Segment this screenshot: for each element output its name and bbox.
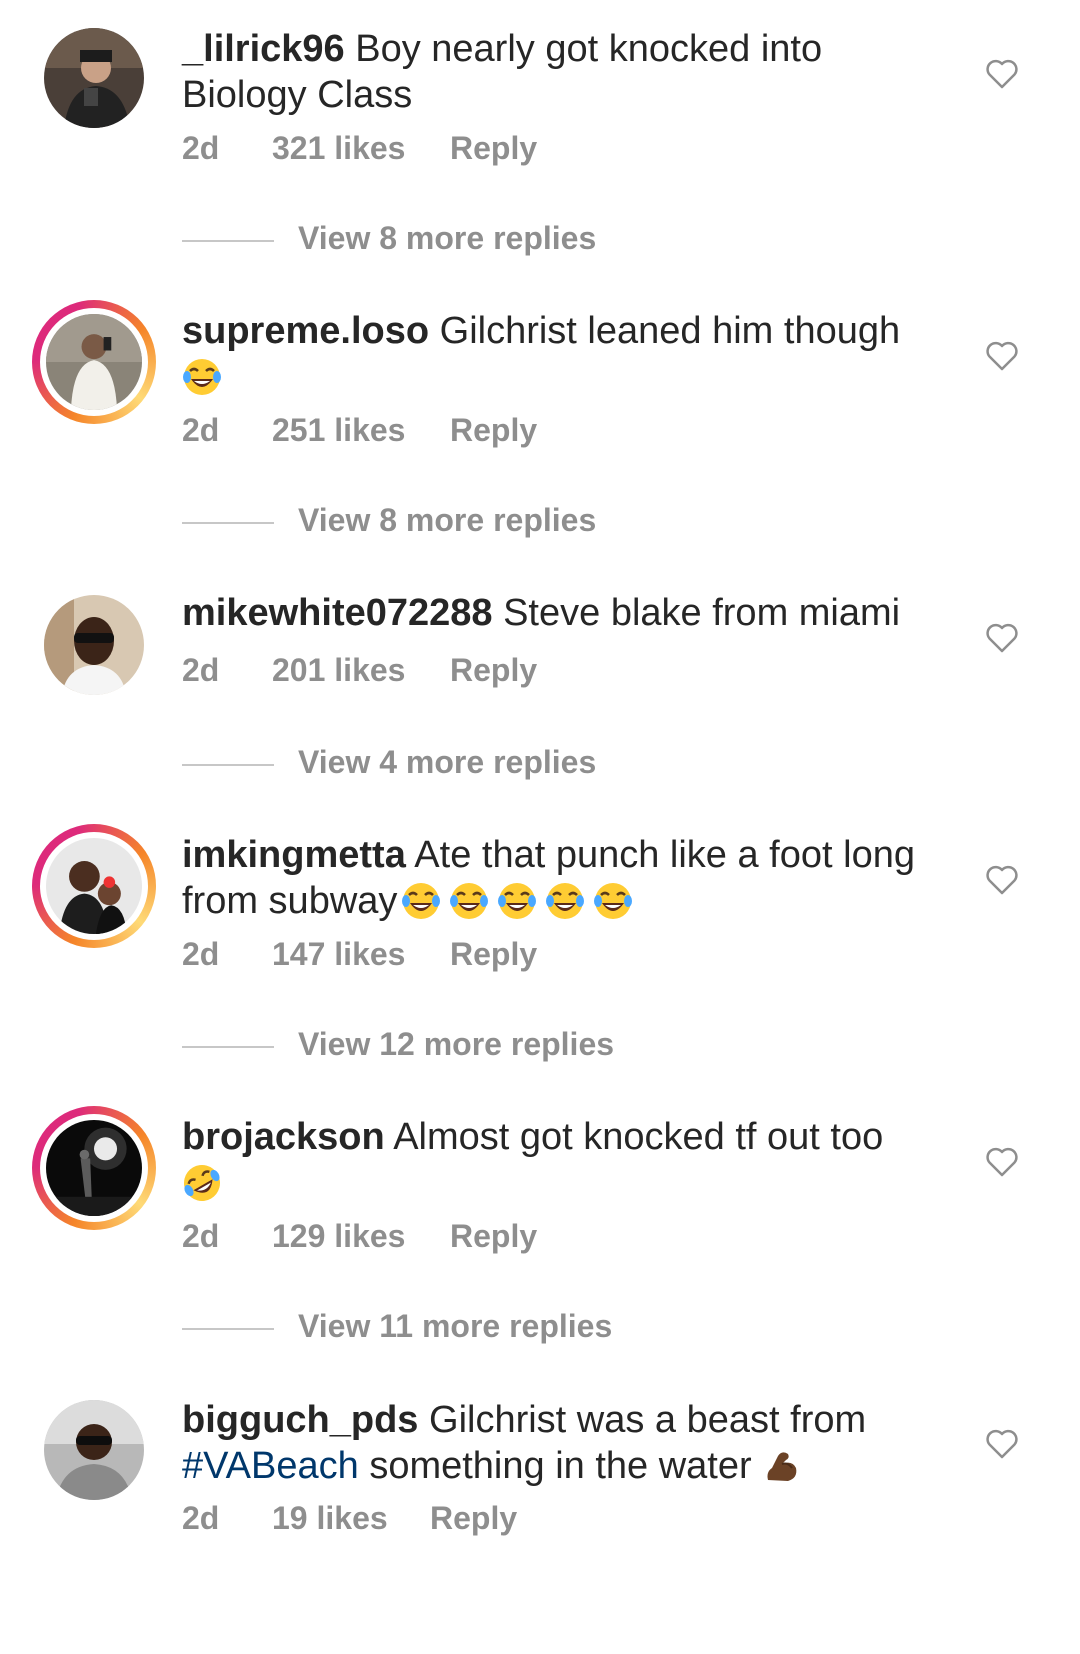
face-with-tears-of-joy-icon <box>593 881 633 921</box>
avatar[interactable] <box>44 1400 144 1500</box>
comment-body-continued: something in the water <box>358 1445 752 1487</box>
comment-age: 2d <box>182 1500 220 1536</box>
comment-text: supreme.loso Gilchrist leaned him though <box>182 308 942 400</box>
comment-likes[interactable]: 321 likes <box>272 130 405 167</box>
view-replies-label[interactable]: View 8 more replies <box>298 220 596 257</box>
reply-button[interactable]: Reply <box>450 412 537 449</box>
heart-icon[interactable] <box>985 864 1019 896</box>
comment-likes[interactable]: 19 likes <box>272 1500 388 1537</box>
comment-username[interactable]: _lilrick96 <box>182 28 345 70</box>
replies-divider <box>182 764 274 766</box>
comment-body: Gilchrist was a beast from <box>418 1399 867 1441</box>
replies-divider <box>182 240 274 242</box>
view-replies-label[interactable]: View 12 more replies <box>298 1026 614 1063</box>
reply-button[interactable]: Reply <box>430 1500 517 1537</box>
face-with-tears-of-joy-icon <box>182 357 222 397</box>
face-with-tears-of-joy-icon <box>545 881 585 921</box>
comment-text: _lilrick96 Boy nearly got knocked into B… <box>182 26 942 118</box>
replies-divider <box>182 1328 274 1330</box>
comment-age: 2d <box>182 130 220 166</box>
comment-text: imkingmetta Ate that punch like a foot l… <box>182 832 942 924</box>
comment-username[interactable]: supreme.loso <box>182 310 429 352</box>
comment-age: 2d <box>182 936 220 972</box>
comment-likes[interactable]: 251 likes <box>272 412 405 449</box>
avatar[interactable] <box>32 300 156 424</box>
comment-body: Steve blake from miami <box>492 592 901 634</box>
comment-username[interactable]: bigguch_pds <box>182 1399 418 1441</box>
replies-divider <box>182 1046 274 1048</box>
flexed-biceps-icon <box>762 1446 802 1486</box>
reply-button[interactable]: Reply <box>450 652 537 689</box>
reply-button[interactable]: Reply <box>450 130 537 167</box>
comment-username[interactable]: brojackson <box>182 1116 385 1158</box>
comment-age: 2d <box>182 412 220 448</box>
comment-username[interactable]: mikewhite072288 <box>182 592 493 634</box>
view-replies-label[interactable]: View 4 more replies <box>298 744 596 781</box>
avatar[interactable] <box>32 824 156 948</box>
comment-text: mikewhite072288 Steve blake from miami <box>182 590 942 636</box>
replies-divider <box>182 522 274 524</box>
view-replies-label[interactable]: View 11 more replies <box>298 1308 612 1345</box>
avatar[interactable] <box>44 595 144 695</box>
comment-text: bigguch_pds Gilchrist was a beast from #… <box>182 1397 942 1489</box>
reply-button[interactable]: Reply <box>450 1218 537 1255</box>
rolling-on-the-floor-laughing-icon <box>182 1163 222 1203</box>
avatar[interactable] <box>44 28 144 128</box>
comment-likes[interactable]: 201 likes <box>272 652 405 689</box>
avatar[interactable] <box>32 1106 156 1230</box>
heart-icon[interactable] <box>985 1146 1019 1178</box>
heart-icon[interactable] <box>985 1428 1019 1460</box>
face-with-tears-of-joy-icon <box>449 881 489 921</box>
heart-icon[interactable] <box>985 58 1019 90</box>
comment-likes[interactable]: 147 likes <box>272 936 405 973</box>
comment-age: 2d <box>182 652 220 688</box>
reply-button[interactable]: Reply <box>450 936 537 973</box>
heart-icon[interactable] <box>985 340 1019 372</box>
comment-username[interactable]: imkingmetta <box>182 834 406 876</box>
comment-body: Gilchrist leaned him though <box>429 310 901 352</box>
comment-text: brojackson Almost got knocked tf out too <box>182 1114 942 1206</box>
view-replies-label[interactable]: View 8 more replies <box>298 502 596 539</box>
face-with-tears-of-joy-icon <box>401 881 441 921</box>
heart-icon[interactable] <box>985 622 1019 654</box>
comment-likes[interactable]: 129 likes <box>272 1218 405 1255</box>
comment-age: 2d <box>182 1218 220 1254</box>
comment-body: Almost got knocked tf out too <box>384 1116 884 1158</box>
face-with-tears-of-joy-icon <box>497 881 537 921</box>
hashtag-link[interactable]: #VABeach <box>182 1445 359 1487</box>
